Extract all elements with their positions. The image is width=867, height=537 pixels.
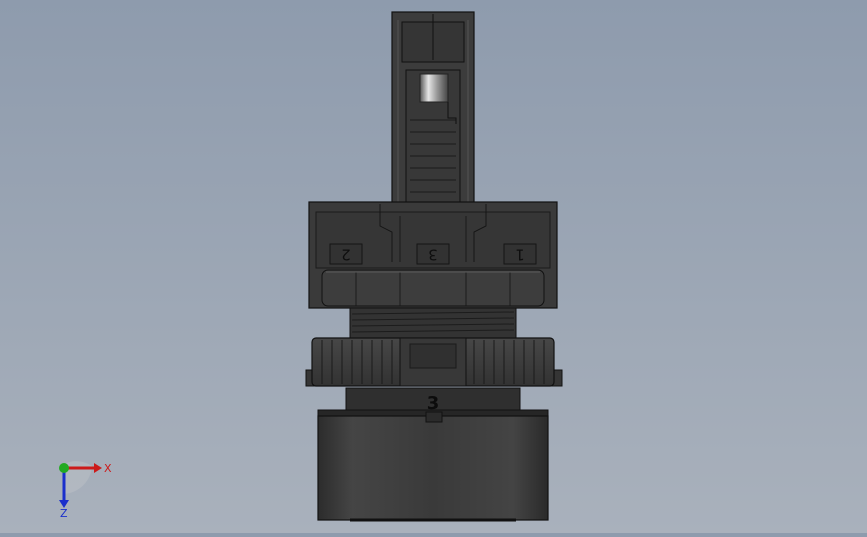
x-axis-label: X xyxy=(104,462,112,475)
front-bezel xyxy=(317,409,549,522)
cad-model-canvas[interactable]: 2 3 1 3 X Z xyxy=(0,0,867,533)
knurled-mounting-nut xyxy=(305,337,563,387)
x-axis-arrowhead-icon xyxy=(94,463,102,473)
contact-block-latch xyxy=(391,11,475,213)
cad-viewport[interactable]: 2 3 1 3 X Z xyxy=(0,0,867,533)
z-axis-label: Z xyxy=(60,507,68,520)
contact-block-housing: 2 3 1 xyxy=(308,201,558,309)
terminal-label-1: 1 xyxy=(515,246,525,264)
y-axis-dot-icon xyxy=(59,463,69,473)
orientation-triad: X Z xyxy=(59,461,112,520)
bezel-notch xyxy=(425,411,443,423)
metal-pin-icon xyxy=(419,73,449,103)
threaded-neck xyxy=(349,307,517,339)
terminal-label-3: 3 xyxy=(428,246,438,264)
terminal-label-2: 2 xyxy=(341,246,351,264)
